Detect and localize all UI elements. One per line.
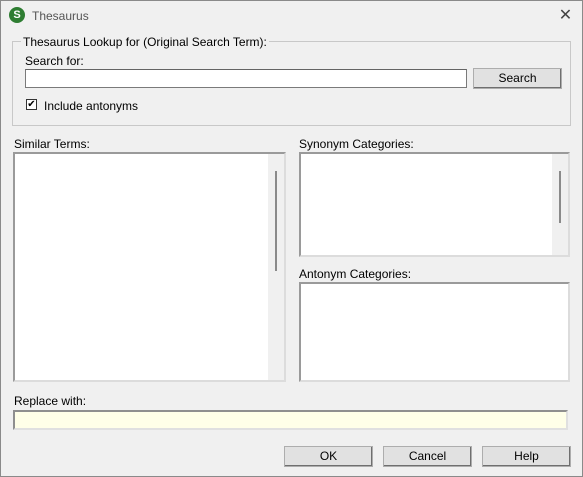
antonym-categories-list[interactable]: [299, 282, 570, 382]
similar-terms-scrollbar[interactable]: [268, 154, 284, 380]
similar-terms-label: Similar Terms:: [14, 137, 90, 151]
window-title: Thesaurus: [32, 9, 89, 23]
app-icon: S: [9, 7, 25, 23]
include-antonyms-label: Include antonyms: [44, 99, 139, 113]
replace-with-label: Replace with:: [14, 394, 87, 408]
lookup-legend: Thesaurus Lookup for (Original Search Te…: [21, 35, 269, 49]
search-for-label: Search for:: [25, 54, 84, 68]
search-button[interactable]: Search: [473, 68, 562, 89]
title-bar: S Thesaurus ✕: [1, 1, 582, 32]
synonym-categories-scroll-thumb[interactable]: [559, 171, 561, 223]
search-input[interactable]: [25, 69, 467, 88]
synonym-categories-scrollbar[interactable]: [552, 154, 568, 255]
similar-terms-list[interactable]: [13, 152, 286, 382]
synonym-categories-list[interactable]: [299, 152, 570, 257]
ok-button[interactable]: OK: [284, 446, 373, 467]
antonym-categories-label: Antonym Categories:: [299, 267, 412, 281]
cancel-button[interactable]: Cancel: [383, 446, 472, 467]
include-antonyms-checkbox[interactable]: ✔: [26, 99, 37, 110]
close-icon[interactable]: ✕: [549, 3, 582, 29]
replace-with-input[interactable]: [13, 410, 568, 430]
help-button[interactable]: Help: [482, 446, 571, 467]
synonym-categories-label: Synonym Categories:: [299, 137, 414, 151]
thesaurus-dialog: S Thesaurus ✕ Thesaurus Lookup for (Orig…: [0, 0, 583, 477]
similar-terms-scroll-thumb[interactable]: [275, 171, 277, 271]
